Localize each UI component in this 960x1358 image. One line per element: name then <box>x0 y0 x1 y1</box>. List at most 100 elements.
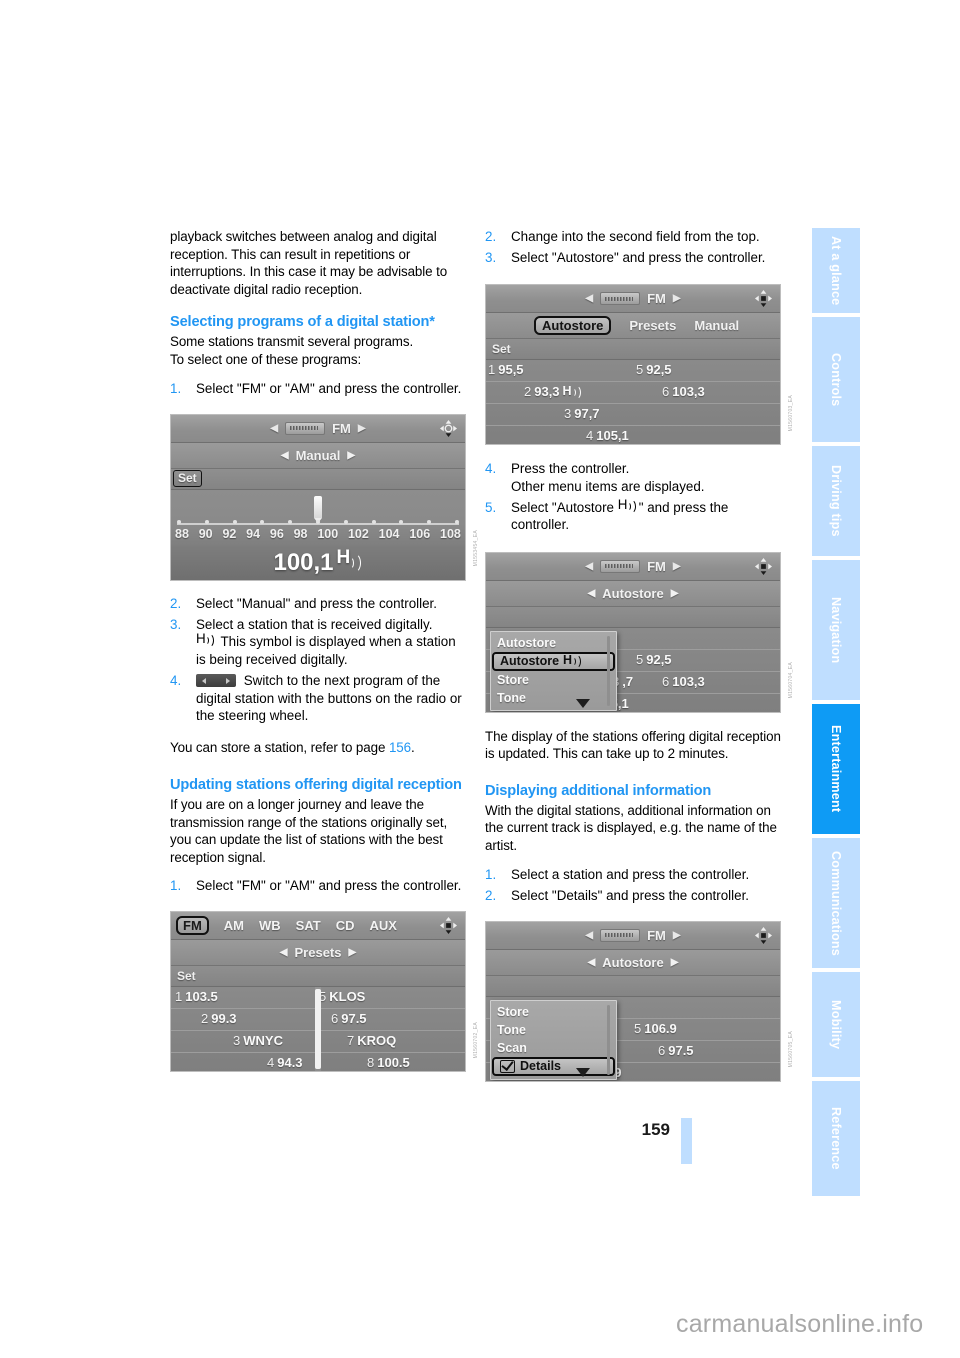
section-heading-additional-info: Displaying additional information <box>485 782 712 799</box>
preset-entry[interactable]: 2 99.3 <box>201 1011 237 1026</box>
note-suffix: . <box>410 740 415 756</box>
section-tab-communications[interactable]: Communications <box>812 838 860 968</box>
preset-entry[interactable]: 1 103.5 <box>175 989 218 1004</box>
preset-entry[interactable]: 3 WNYC <box>233 1033 283 1048</box>
preset-entry[interactable]: 3 97,7 <box>564 406 600 421</box>
step-extra-text: This symbol is displayed when a station … <box>196 634 456 667</box>
preset-value: 106.9 <box>644 1020 677 1036</box>
menu-scrollbar[interactable] <box>604 635 613 706</box>
band-tick-label: 100 <box>317 526 339 541</box>
section-tab-reference[interactable]: Reference <box>812 1081 860 1196</box>
menu-item-scan[interactable]: Scan <box>491 1039 616 1057</box>
radio-display-autostore-tabs: ◀ FM ▶ Autostore Presets Manual Set 1 95… <box>485 284 781 446</box>
preset-entry[interactable]: 4105,1 <box>586 428 629 443</box>
section-tab-at-a-glance[interactable]: At a glance <box>812 228 860 313</box>
context-menu[interactable]: Autostore Autostore H Store Tone <box>490 630 617 711</box>
preset-entry[interactable]: 8 100.5 <box>367 1055 410 1070</box>
display-set-row: Set <box>171 468 465 490</box>
menu-item-tone[interactable]: Tone <box>491 1021 616 1039</box>
section-tab-mobility[interactable]: Mobility <box>812 972 860 1077</box>
section-tab-label: Reference <box>829 1107 843 1170</box>
list-scrollbar[interactable] <box>315 987 321 1072</box>
preset-entry[interactable]: 5 92,5 <box>636 362 672 377</box>
source-item-fm[interactable]: FM <box>176 916 209 936</box>
tab-presets[interactable]: Presets <box>629 318 676 333</box>
preset-row[interactable]: 2 93,3 H 6 103,3 <box>486 382 780 405</box>
menu-item-autostore[interactable]: Autostore H <box>492 651 615 671</box>
band-tick-label: 104 <box>378 526 400 541</box>
preset-entry[interactable]: 5 106.9 <box>634 1021 677 1036</box>
menu-scrollbar[interactable] <box>604 1004 613 1075</box>
mode-next-icon: ▶ <box>348 947 357 959</box>
section2-steps: 1. Select "FM" or "AM" and press the con… <box>170 877 466 895</box>
preset-entry[interactable]: 4 94.3 <box>267 1055 303 1070</box>
preset-value: 103,3 <box>672 384 705 400</box>
preset-number: 1 <box>175 989 183 1005</box>
preset-entry[interactable]: 2 93,3 H <box>524 384 581 400</box>
section-heading-selecting-programs: Selecting programs of a digital station* <box>170 314 435 331</box>
scrollbar-thumb[interactable] <box>315 989 321 1070</box>
scroll-down-icon[interactable] <box>576 698 590 708</box>
next-arrow-icon: ▶ <box>672 929 681 941</box>
checkbox-icon[interactable] <box>500 1059 515 1073</box>
figure-code: M1560705_EA <box>788 1031 794 1068</box>
page-reference-link[interactable]: 156 <box>389 740 411 755</box>
section-tab-navigation[interactable]: Navigation <box>812 560 860 700</box>
preset-value: 93,3 <box>534 384 560 400</box>
list-item: 4. Press the controller. Other menu item… <box>485 460 781 495</box>
radio-icon <box>600 928 641 942</box>
display-set-row: Set <box>486 339 780 361</box>
menu-item-store[interactable]: Store <box>491 671 616 689</box>
step-number: 5. <box>485 499 497 515</box>
preset-entry[interactable]: 6 97.5 <box>331 1011 367 1026</box>
menu-item-label: Store <box>497 672 529 687</box>
source-item-am[interactable]: AM <box>224 918 244 933</box>
preset-entry[interactable]: 5 92,5 <box>636 652 672 667</box>
preset-entry[interactable]: 7 KROQ <box>347 1033 396 1048</box>
preset-value: 100.5 <box>377 1055 410 1071</box>
preset-entry[interactable]: 6 103,3 <box>662 384 705 399</box>
radio-display-details-menu: ◀ FM ▶ ◀ Autostore ▶ 5 106.9 6 97.5 Stor… <box>485 920 781 1082</box>
menu-item-details[interactable]: Details <box>492 1056 615 1076</box>
mode-next-icon: ▶ <box>670 956 679 968</box>
section-tab-driving-tips[interactable]: Driving tips <box>812 446 860 556</box>
source-item-aux[interactable]: AUX <box>370 918 397 933</box>
display-set-row: Set <box>171 966 465 988</box>
menu-item-tone[interactable]: Tone <box>491 689 616 707</box>
step-number: 2. <box>485 887 497 903</box>
scroll-down-icon[interactable] <box>576 1067 590 1077</box>
context-menu[interactable]: Store Tone Scan Details <box>490 999 617 1080</box>
preset-entry[interactable]: 5 KLOS <box>319 989 365 1004</box>
preset-row[interactable]: 3 97,7 <box>486 404 780 427</box>
band-tick-label: 102 <box>347 526 369 541</box>
preset-number: 5 <box>634 1020 642 1036</box>
section-tab-label: Communications <box>829 850 843 956</box>
source-item-wb[interactable]: WB <box>259 918 281 933</box>
tab-manual[interactable]: Manual <box>694 318 739 333</box>
menu-item-autostore[interactable]: Autostore <box>491 634 616 652</box>
section-heading-updating-stations: Updating stations offering digital recep… <box>170 776 462 793</box>
radio-display-manual: ◀ FM ▶ ◀ Manual ▶ Set 88 90 92 94 96 98 … <box>170 413 466 581</box>
preset-row[interactable]: 1 95,5 5 92,5 <box>486 360 780 383</box>
band-tick-label: 88 <box>175 526 189 541</box>
tuning-ticks <box>177 519 459 524</box>
preset-entry[interactable]: 6 103,3 <box>662 674 705 689</box>
preset-entry[interactable]: 6 97.5 <box>658 1043 694 1058</box>
section1-body: Some stations transmit several programs.… <box>170 334 414 367</box>
preset-station-list: 592,53,76103,34105,1 AutostoreAutostoreH… <box>486 627 780 712</box>
menu-item-label: Autostore <box>500 654 560 669</box>
menu-item-store[interactable]: Store <box>491 1003 616 1021</box>
tab-autostore[interactable]: Autostore <box>534 316 612 336</box>
right-column: 2. Change into the second field from the… <box>485 228 794 1082</box>
section-tab-controls[interactable]: Controls <box>812 317 860 442</box>
preset-entry[interactable]: 1 95,5 <box>488 362 524 377</box>
preset-row[interactable]: 4105,1 <box>486 426 780 444</box>
source-item-cd[interactable]: CD <box>336 918 355 933</box>
display-mode-row: ◀ Autostore ▶ <box>486 949 780 976</box>
display-mode-row: ◀ Presets ▶ <box>171 940 465 967</box>
band-tick-label: 90 <box>198 526 213 541</box>
source-item-sat[interactable]: SAT <box>296 918 321 933</box>
section-tab-entertainment[interactable]: Entertainment <box>812 704 860 834</box>
step-number: 3. <box>170 616 182 632</box>
page-edge-marker <box>681 1118 692 1164</box>
